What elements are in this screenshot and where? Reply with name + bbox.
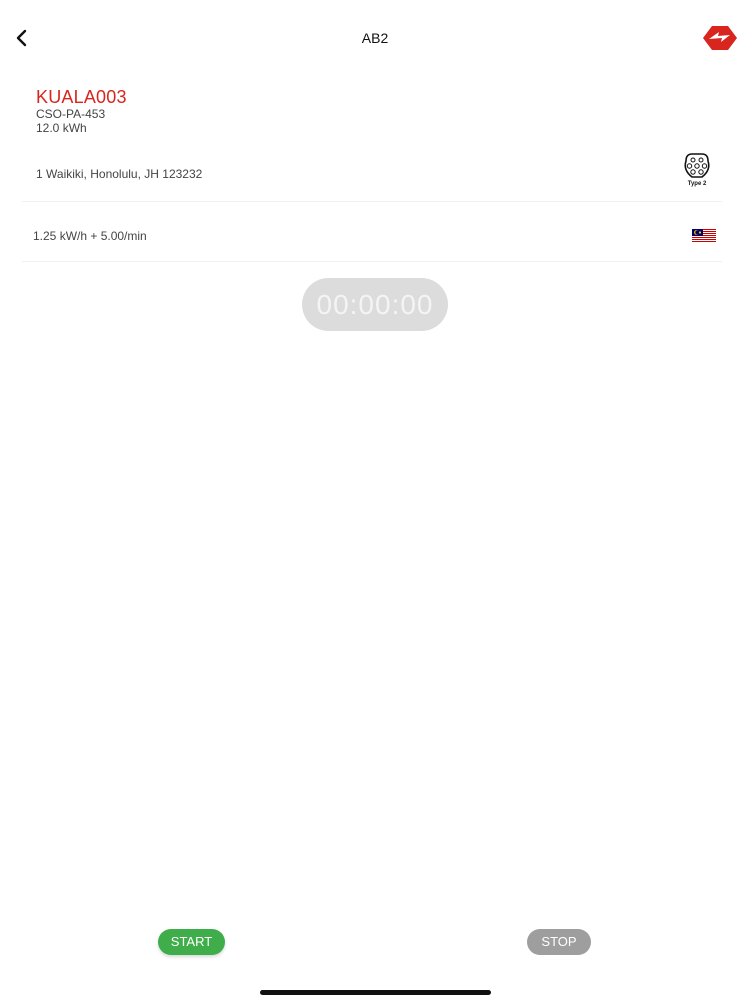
station-address: 1 Waikiki, Honolulu, JH 123232 bbox=[36, 167, 203, 181]
charging-timer: 00:00:00 bbox=[302, 278, 448, 331]
stop-button[interactable]: STOP bbox=[527, 929, 591, 955]
home-indicator bbox=[260, 990, 491, 995]
app-header: AB2 bbox=[0, 0, 750, 76]
station-name: KUALA003 bbox=[36, 87, 127, 107]
station-info: KUALA003 CSO-PA-453 12.0 kWh bbox=[36, 87, 127, 135]
rate-row: 1.25 kW/h + 5.00/min bbox=[22, 210, 722, 262]
start-button[interactable]: START bbox=[158, 929, 225, 955]
charging-rate: 1.25 kW/h + 5.00/min bbox=[33, 229, 147, 243]
type2-connector-icon bbox=[684, 153, 710, 178]
station-code: CSO-PA-453 bbox=[36, 107, 106, 121]
station-power: 12.0 kWh bbox=[36, 121, 87, 135]
address-row: 1 Waikiki, Honolulu, JH 123232 Type 2 bbox=[22, 146, 722, 202]
connector-type: Type 2 bbox=[680, 152, 714, 192]
malaysia-flag-icon bbox=[692, 229, 716, 242]
connector-label: Type 2 bbox=[687, 181, 707, 187]
page-title: AB2 bbox=[361, 30, 389, 46]
brand-logo-icon bbox=[703, 26, 737, 50]
